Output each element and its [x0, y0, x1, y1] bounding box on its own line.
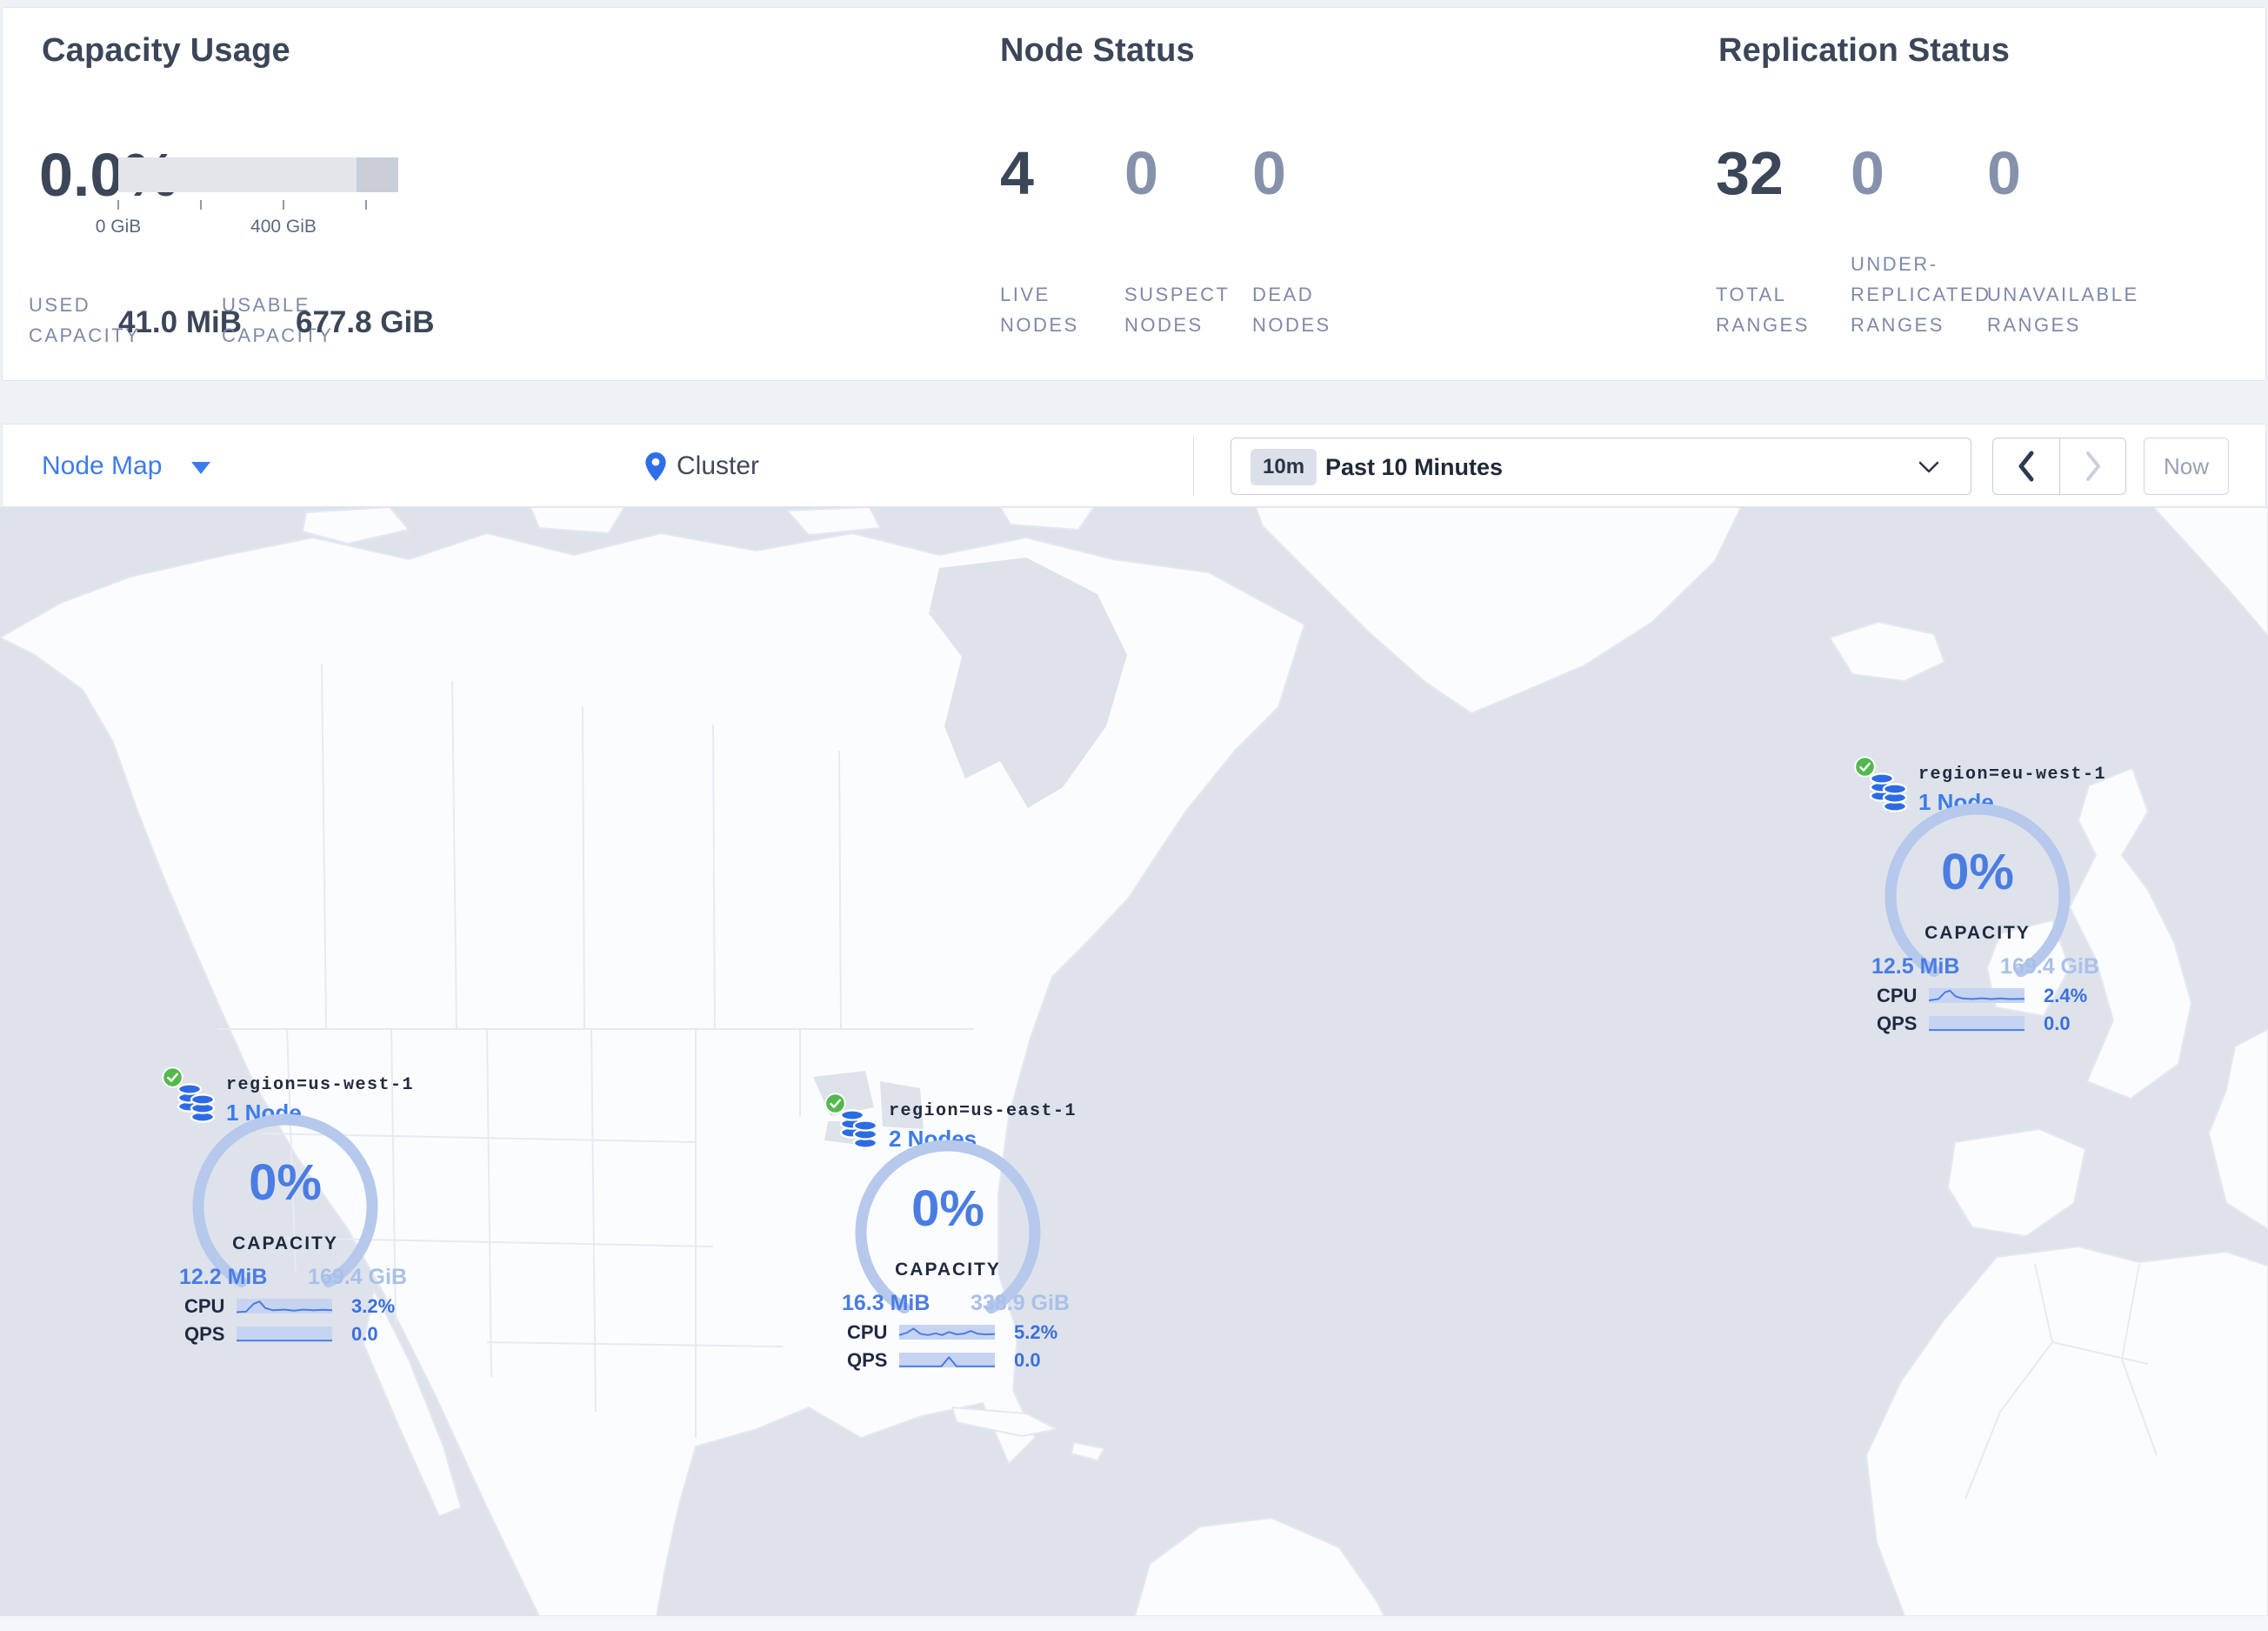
suspect-nodes-label: SUSPECT NODES	[1124, 284, 1231, 336]
toolbar-divider	[1193, 437, 1194, 496]
time-range-label: Past 10 Minutes	[1325, 454, 1504, 480]
qps-sparkline	[1929, 1015, 2025, 1033]
gauge-percent: 0%	[1941, 844, 2014, 900]
qps-label: QPS	[847, 1349, 888, 1371]
used-capacity: 16.3 MiB	[842, 1291, 931, 1315]
cpu-label: CPU	[847, 1321, 888, 1343]
breadcrumb-label: Cluster	[677, 451, 760, 480]
qps-value: 0.0	[1014, 1349, 1041, 1371]
view-selector-dropdown[interactable]: Node Map	[42, 424, 211, 508]
qps-sparkline	[237, 1326, 332, 1344]
unavailable-count: 0	[1987, 139, 2021, 207]
time-nav-buttons	[1992, 438, 2126, 495]
used-capacity-label: USED CAPACITY	[29, 294, 141, 346]
chevron-down-icon	[1918, 461, 1939, 473]
capacity-usage-title: Capacity Usage	[42, 32, 290, 69]
node-map	[0, 507, 2268, 1616]
total-capacity: 338.9 GiB	[971, 1291, 1070, 1315]
region-label: region=us-east-1	[889, 1101, 1077, 1121]
breadcrumb[interactable]: Cluster	[645, 424, 759, 508]
qps-value: 0.0	[351, 1323, 378, 1345]
gauge-percent: 0%	[249, 1154, 322, 1211]
location-pin-icon	[645, 451, 666, 481]
total-ranges-count: 32	[1716, 139, 1784, 207]
qps-label: QPS	[184, 1323, 225, 1345]
dead-nodes-count: 0	[1252, 139, 1286, 207]
cpu-label: CPU	[184, 1295, 225, 1317]
gauge-label: CAPACITY	[895, 1260, 1001, 1280]
under-replicated-label: UNDER-REPLICATED RANGES	[1851, 253, 1991, 336]
time-back-button[interactable]	[1993, 438, 2059, 494]
chevron-left-icon	[2018, 451, 2034, 482]
usable-capacity-value: 677.8 GiB	[296, 305, 435, 339]
cpu-value: 3.2%	[351, 1295, 396, 1317]
axis-tick-label: 0 GiB	[95, 217, 142, 237]
gauge-percent: 0%	[911, 1180, 984, 1237]
cpu-value: 2.4%	[2044, 985, 2088, 1006]
used-capacity: 12.2 MiB	[179, 1265, 268, 1289]
cpu-sparkline	[1928, 987, 2025, 1006]
axis-tick	[117, 200, 119, 210]
time-range-dropdown[interactable]: 10m Past 10 Minutes	[1231, 438, 1971, 495]
region-label: region=us-west-1	[226, 1075, 415, 1095]
node-status-title: Node Status	[1000, 32, 1195, 69]
time-range-badge: 10m	[1251, 449, 1317, 485]
capacity-bar-segment	[357, 157, 398, 192]
dead-nodes-label: DEAD NODES	[1252, 284, 1331, 336]
qps-value: 0.0	[2044, 1013, 2071, 1034]
cpu-sparkline	[236, 1298, 333, 1316]
region-marker-us-east-1[interactable]: region=us-east-1 2 Nodes 0% CAPACITY 16.…	[824, 1093, 1085, 1384]
under-replicated-count: 0	[1851, 139, 1884, 207]
world-map	[0, 507, 2268, 1616]
unavailable-label: UNAVAILABLE RANGES	[1987, 284, 2139, 336]
region-marker-us-west-1[interactable]: region=us-west-1 1 Node 0% CAPACITY 12.2…	[162, 1066, 423, 1358]
cpu-label: CPU	[1877, 985, 1918, 1006]
total-ranges-label: TOTAL RANGES	[1716, 284, 1810, 336]
axis-tick	[283, 200, 284, 210]
gauge-label: CAPACITY	[232, 1233, 338, 1253]
region-label: region=eu-west-1	[1918, 765, 2107, 785]
suspect-nodes-count: 0	[1124, 139, 1158, 207]
live-nodes-label: LIVE NODES	[1000, 284, 1079, 336]
view-selector-label: Node Map	[42, 451, 163, 480]
qps-sparkline	[899, 1352, 995, 1370]
qps-label: QPS	[1877, 1013, 1918, 1034]
cpu-sparkline	[898, 1324, 996, 1342]
total-capacity: 169.4 GiB	[308, 1265, 407, 1289]
chevron-down-icon	[191, 462, 211, 474]
axis-tick-label: 400 GiB	[250, 217, 317, 237]
used-capacity: 12.5 MiB	[1871, 954, 1960, 979]
total-capacity: 169.4 GiB	[2000, 954, 2099, 979]
axis-tick	[365, 200, 367, 210]
live-nodes-count: 4	[1000, 139, 1034, 207]
capacity-bar	[118, 157, 398, 192]
region-marker-eu-west-1[interactable]: region=eu-west-1 1 Node 0% CAPACITY 12.5…	[1854, 756, 2115, 1047]
chevron-right-icon	[2085, 451, 2100, 481]
cpu-value: 5.2%	[1014, 1321, 1058, 1343]
gauge-label: CAPACITY	[1924, 923, 2031, 943]
replication-status-title: Replication Status	[1718, 32, 2011, 69]
page-footer-strip	[0, 1616, 2268, 1631]
map-toolbar: Node Map Cluster 10m Past 10 Minutes Now	[2, 424, 2266, 507]
time-forward-button[interactable]	[2059, 438, 2125, 494]
now-button[interactable]: Now	[2144, 438, 2229, 495]
axis-tick	[200, 200, 202, 210]
cluster-summary-panel: Capacity Usage 0.0% 0 GiB 400 GiB USED C…	[2, 7, 2266, 381]
